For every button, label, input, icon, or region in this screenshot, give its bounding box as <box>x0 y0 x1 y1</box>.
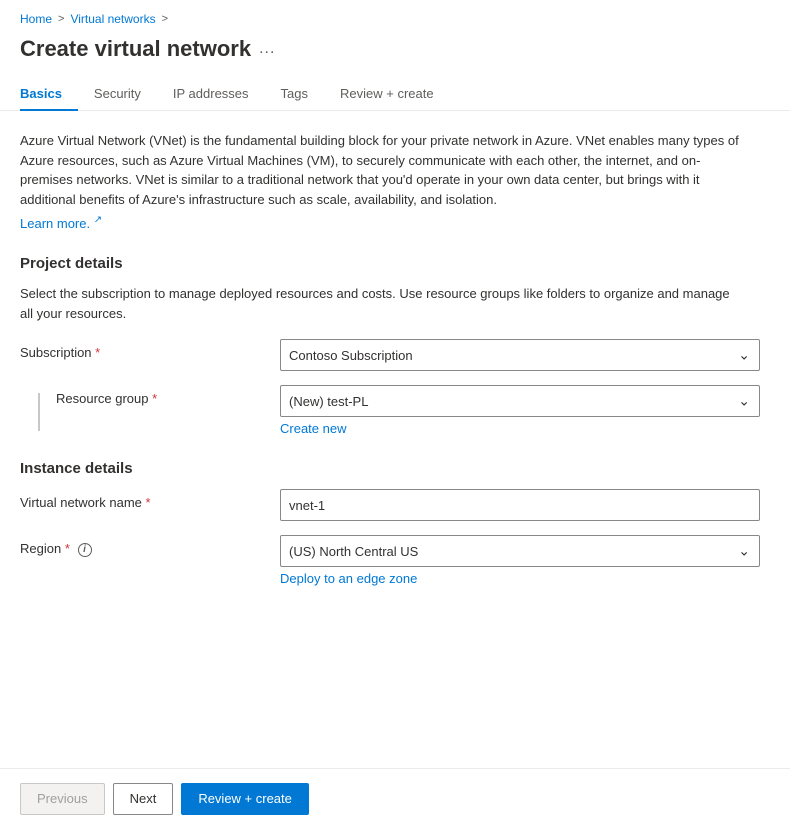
breadcrumb-vnet-link[interactable]: Virtual networks <box>70 12 155 26</box>
project-details-desc: Select the subscription to manage deploy… <box>20 284 740 323</box>
resource-group-row: Resource group * (New) test-PL Create ne… <box>20 385 770 436</box>
breadcrumb-sep-2: > <box>162 13 168 25</box>
tab-review-create[interactable]: Review + create <box>324 78 450 111</box>
page-title: Create virtual network <box>20 36 251 62</box>
region-select-wrapper: (US) North Central US <box>280 535 760 567</box>
vnet-name-required: * <box>146 495 151 510</box>
breadcrumb-sep-1: > <box>58 13 64 25</box>
resource-group-label: Resource group * <box>56 391 157 406</box>
vnet-name-row: Virtual network name * <box>20 489 770 521</box>
breadcrumb: Home > Virtual networks > <box>0 0 790 32</box>
tabs-bar: Basics Security IP addresses Tags Review… <box>0 78 790 111</box>
vnet-name-label: Virtual network name * <box>20 495 151 510</box>
tab-tags[interactable]: Tags <box>265 78 324 111</box>
footer-bar: Previous Next Review + create <box>0 768 790 828</box>
tab-security[interactable]: Security <box>78 78 157 111</box>
resource-group-select-wrapper: (New) test-PL <box>280 385 760 417</box>
breadcrumb-home[interactable]: Home <box>20 12 52 26</box>
review-create-button[interactable]: Review + create <box>181 783 309 815</box>
tab-ip-addresses[interactable]: IP addresses <box>157 78 265 111</box>
learn-more-link[interactable]: Learn more. ↗ <box>20 216 102 231</box>
subscription-label: Subscription * <box>20 345 100 360</box>
region-label: Region * i <box>20 541 92 556</box>
resource-group-required: * <box>152 391 157 406</box>
subscription-select-wrapper: Contoso Subscription <box>280 339 760 371</box>
tab-basics[interactable]: Basics <box>20 78 78 111</box>
region-select[interactable]: (US) North Central US <box>280 535 760 567</box>
project-details-title: Project details <box>20 255 770 272</box>
main-content: Azure Virtual Network (VNet) is the fund… <box>0 111 790 586</box>
region-required: * <box>65 541 70 556</box>
create-new-link[interactable]: Create new <box>280 421 346 436</box>
vnet-description: Azure Virtual Network (VNet) is the fund… <box>20 131 740 209</box>
next-button[interactable]: Next <box>113 783 174 815</box>
instance-details-section: Instance details Virtual network name * <box>20 460 770 586</box>
project-details-section: Project details Select the subscription … <box>20 255 770 436</box>
subscription-row: Subscription * Contoso Subscription <box>20 339 770 371</box>
page-title-ellipsis[interactable]: ... <box>259 40 275 58</box>
instance-details-title: Instance details <box>20 460 770 477</box>
deploy-edge-link[interactable]: Deploy to an edge zone <box>280 571 417 586</box>
previous-button[interactable]: Previous <box>20 783 105 815</box>
page-header: Create virtual network ... <box>0 32 790 78</box>
external-link-icon: ↗ <box>94 215 102 226</box>
rg-indent-line <box>38 393 40 431</box>
subscription-select[interactable]: Contoso Subscription <box>280 339 760 371</box>
region-row: Region * i (US) North Central US Deploy … <box>20 535 770 586</box>
subscription-required: * <box>95 345 100 360</box>
vnet-name-input[interactable] <box>280 489 760 521</box>
resource-group-select[interactable]: (New) test-PL <box>280 385 760 417</box>
region-info-icon[interactable]: i <box>78 543 92 557</box>
